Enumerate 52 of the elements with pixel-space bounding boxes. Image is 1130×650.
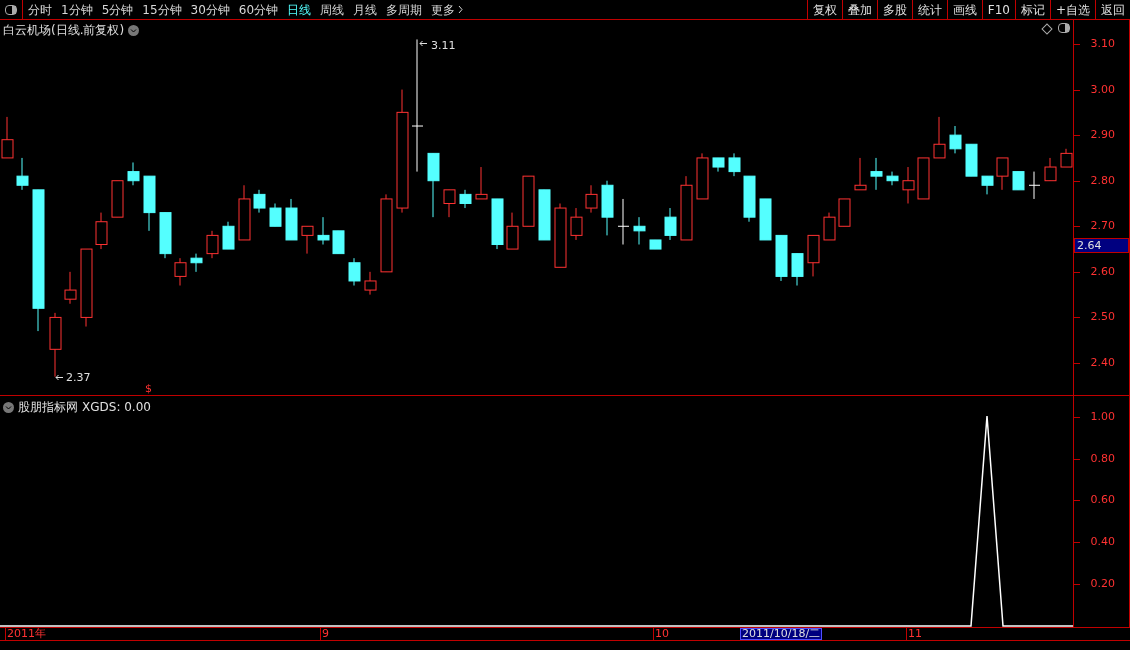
low-price-marker: 2.37 <box>66 370 91 386</box>
axis-label: 3.00 <box>1090 83 1115 95</box>
panel-toggle-icon[interactable] <box>5 4 17 15</box>
toolbar-button[interactable]: 标记 <box>1014 0 1050 19</box>
chevron-right-icon <box>458 5 464 14</box>
axis-label: 2.50 <box>1090 311 1115 323</box>
axis-label: 2.40 <box>1090 357 1115 368</box>
date-axis-label: 2011年 <box>5 628 46 640</box>
period-tab[interactable]: 分时 <box>28 0 52 19</box>
dropdown-icon[interactable] <box>128 24 140 36</box>
current-price-label: 2.64 <box>1074 238 1129 253</box>
high-price-marker: 3.11 <box>431 38 456 54</box>
panel-toggle-icon[interactable] <box>1058 23 1070 33</box>
axis-label: 2.60 <box>1090 265 1115 277</box>
chart-title: 白云机场(日线.前复权) <box>3 22 125 39</box>
axis-label: 2.80 <box>1090 174 1115 186</box>
axis-label: 1.00 <box>1090 411 1115 422</box>
date-axis-label: 9 <box>320 628 329 640</box>
axis-label: 0.80 <box>1090 452 1115 464</box>
arrow-icon <box>55 374 64 381</box>
toolbar-button[interactable]: 叠加 <box>841 0 877 19</box>
toolbar-button[interactable]: +自选 <box>1049 0 1095 19</box>
axis-label: 0.60 <box>1090 494 1115 506</box>
axis-label: 3.10 <box>1090 38 1115 49</box>
axis-label: 2.70 <box>1090 220 1115 232</box>
axis-label: 0.40 <box>1090 536 1115 548</box>
dropdown-icon[interactable] <box>3 401 14 413</box>
period-tab[interactable]: 1分钟 <box>61 0 93 19</box>
toolbar-button[interactable]: 画线 <box>946 0 982 19</box>
period-tab[interactable]: 周线 <box>320 0 345 19</box>
period-tab[interactable]: 更多 <box>431 0 464 19</box>
toolbar-button[interactable]: 复权 <box>806 0 842 19</box>
toolbar-button[interactable]: 统计 <box>911 0 947 19</box>
indicator-reading: XGDS: 0.00 <box>82 399 151 416</box>
toolbar-button[interactable]: 返回 <box>1095 0 1130 19</box>
period-tab[interactable]: 30分钟 <box>190 0 230 19</box>
toolbar-button[interactable]: F10 <box>981 0 1015 19</box>
date-axis-label: 11 <box>906 628 922 640</box>
period-tab[interactable]: 月线 <box>353 0 378 19</box>
axis-label: 0.20 <box>1090 577 1115 589</box>
cursor-date-label: 2011/10/18/二 <box>740 628 823 640</box>
period-tab[interactable]: 15分钟 <box>142 0 182 19</box>
indicator-name: 股朋指标网 <box>18 399 78 416</box>
period-tab[interactable]: 多周期 <box>386 0 423 19</box>
signal-marker: $ <box>145 381 152 397</box>
arrow-icon <box>419 40 428 47</box>
period-tab[interactable]: 日线 <box>287 0 312 19</box>
period-tab[interactable]: 5分钟 <box>101 0 134 19</box>
date-axis-label: 10 <box>653 628 669 640</box>
period-tab[interactable]: 60分钟 <box>238 0 279 19</box>
axis-label: 2.90 <box>1090 129 1115 141</box>
toolbar-button[interactable]: 多股 <box>876 0 912 19</box>
